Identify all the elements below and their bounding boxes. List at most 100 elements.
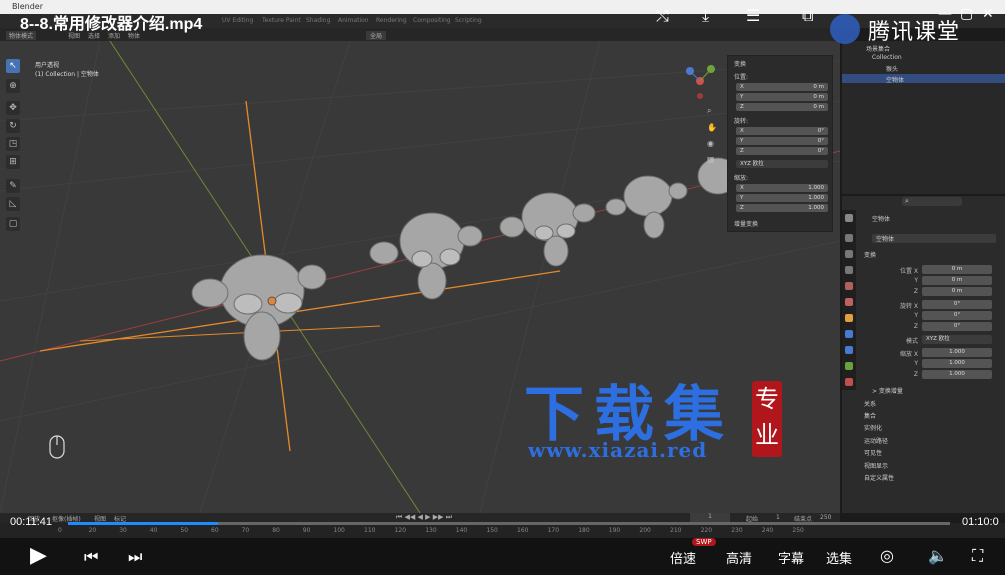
- workspace-tab[interactable]: Texture Paint: [262, 17, 301, 24]
- quality-button[interactable]: 高清: [726, 548, 752, 567]
- play-icon[interactable]: ▶: [30, 543, 47, 568]
- outliner-selected-row[interactable]: 空物体: [842, 74, 1005, 84]
- section-instancing[interactable]: 实例化: [864, 423, 882, 432]
- danmaku-icon[interactable]: ◎: [880, 546, 894, 565]
- output-tab-icon[interactable]: [845, 250, 853, 258]
- rotate-tool-icon[interactable]: ↻: [6, 119, 20, 133]
- location-x-field[interactable]: X0 m: [736, 83, 828, 91]
- object-tab-icon[interactable]: [845, 314, 853, 322]
- workspace-tab[interactable]: UV Editing: [222, 17, 253, 24]
- section-relations[interactable]: 关系: [864, 399, 876, 408]
- transform-section[interactable]: 变换: [864, 250, 876, 259]
- viewport-collection-label: (1) Collection | 空物体: [35, 71, 99, 78]
- timeline-tick-label: 50: [180, 527, 189, 534]
- location-y-field[interactable]: Y0 m: [736, 93, 828, 101]
- previous-icon[interactable]: ⏮: [84, 547, 98, 567]
- move-tool-icon[interactable]: ✥: [6, 101, 20, 115]
- start-frame-value[interactable]: 1: [776, 514, 780, 521]
- camera-icon[interactable]: ◉: [707, 139, 714, 148]
- select-box-tool-icon[interactable]: ↖: [6, 59, 20, 73]
- prop-scale-y[interactable]: 1.000: [922, 359, 992, 368]
- restore-icon[interactable]: ▢: [960, 6, 973, 22]
- outliner-item-monkey[interactable]: 猴头: [886, 64, 898, 73]
- properties-tab-column: [842, 210, 856, 390]
- collection-item[interactable]: Collection: [872, 54, 902, 61]
- texture-tab-icon[interactable]: [845, 378, 853, 386]
- constraints-tab-icon[interactable]: [845, 362, 853, 370]
- scene-tab-icon[interactable]: [845, 282, 853, 290]
- monkey-head-4[interactable]: [605, 175, 688, 239]
- scale-z-field[interactable]: Z 1.000: [736, 204, 828, 212]
- prop-rotation-y[interactable]: 0°: [922, 311, 992, 320]
- physics-tab-icon[interactable]: [845, 346, 853, 354]
- workspace-tab[interactable]: Scripting: [455, 17, 482, 24]
- prop-location-z[interactable]: 0 m: [922, 287, 992, 296]
- measure-tool-icon[interactable]: ◺: [6, 197, 20, 211]
- pan-hand-icon[interactable]: ✋: [707, 122, 717, 132]
- prop-location-y[interactable]: 0 m: [922, 276, 992, 285]
- zoom-icon[interactable]: ⌕: [707, 106, 711, 115]
- prop-scale-z[interactable]: 1.000: [922, 370, 992, 379]
- subtitle-button[interactable]: 字幕: [778, 548, 804, 567]
- workspace-tab[interactable]: Compositing: [413, 17, 451, 24]
- transform-tool-icon[interactable]: ⊞: [6, 155, 20, 169]
- workspace-tab[interactable]: Animation: [338, 17, 369, 24]
- panel-title: 变换: [734, 61, 747, 68]
- prop-axis-y-label: Y: [914, 312, 918, 319]
- scale-x-field[interactable]: X 1.000: [736, 184, 828, 192]
- delta-transform-section[interactable]: > 变换增量: [872, 386, 903, 395]
- share-icon[interactable]: ⤭: [656, 6, 669, 26]
- current-frame-field[interactable]: 1: [690, 513, 730, 522]
- object-name-label: 空物体: [872, 216, 891, 223]
- close-icon[interactable]: ✕: [982, 6, 994, 22]
- navigation-gizmo[interactable]: [686, 65, 715, 99]
- timeline-tick-label: 130: [425, 527, 437, 534]
- monkey-head-3[interactable]: [499, 192, 596, 267]
- world-tab-icon[interactable]: [845, 298, 853, 306]
- modifier-tab-icon[interactable]: [845, 330, 853, 338]
- speed-button[interactable]: 倍速: [670, 548, 696, 567]
- transform-orientation-dropdown[interactable]: 全局: [366, 31, 387, 40]
- playlist-icon[interactable]: ☰: [746, 6, 760, 25]
- delta-transform-section[interactable]: 增量变换: [734, 219, 758, 228]
- scale-y-field[interactable]: Y 1.000: [736, 194, 828, 202]
- tool-tab-icon[interactable]: [845, 214, 853, 222]
- view-layer-tab-icon[interactable]: [845, 266, 853, 274]
- rotation-y-field[interactable]: Y 0°: [736, 137, 828, 145]
- properties-search-input[interactable]: ⌕: [902, 197, 962, 206]
- picture-in-picture-icon[interactable]: ⧉: [802, 6, 813, 26]
- object-name-field[interactable]: 空物体: [872, 234, 996, 243]
- volume-icon[interactable]: 🔈: [928, 546, 948, 565]
- section-visibility[interactable]: 可见性: [864, 448, 882, 457]
- add-cube-tool-icon[interactable]: ▢: [6, 217, 20, 231]
- watermark-url: www.xiazai.red: [528, 438, 708, 462]
- end-frame-value[interactable]: 250: [820, 514, 831, 521]
- playback-controls-icon[interactable]: ⏮ ◀◀ ◀ ▶ ▶▶ ⏭: [396, 513, 452, 522]
- next-icon[interactable]: ⏭: [128, 547, 142, 567]
- scale-tool-icon[interactable]: ◳: [6, 137, 20, 151]
- grid-view-icon[interactable]: ▦: [707, 155, 715, 164]
- section-collections[interactable]: 集合: [864, 411, 876, 420]
- prop-rotation-x[interactable]: 0°: [922, 300, 992, 309]
- workspace-tab[interactable]: Rendering: [376, 17, 407, 24]
- workspace-tab[interactable]: Shading: [306, 17, 330, 24]
- section-motion-paths[interactable]: 运动路径: [864, 436, 888, 445]
- rotation-x-field[interactable]: X 0°: [736, 127, 828, 135]
- episodes-button[interactable]: 选集: [826, 548, 852, 567]
- fullscreen-icon[interactable]: ⛶: [972, 546, 983, 566]
- annotate-tool-icon[interactable]: ✎: [6, 179, 20, 193]
- download-icon[interactable]: ⤓: [702, 6, 709, 26]
- prop-scale-x[interactable]: 1.000: [922, 348, 992, 357]
- location-z-field[interactable]: Z0 m: [736, 103, 828, 111]
- section-viewport-display[interactable]: 视图显示: [864, 461, 888, 470]
- minimize-icon[interactable]: —: [938, 6, 952, 22]
- section-custom-properties[interactable]: 自定义属性: [864, 473, 894, 482]
- prop-location-x[interactable]: 0 m: [922, 265, 992, 274]
- render-tab-icon[interactable]: [845, 234, 853, 242]
- rotation-mode-dropdown[interactable]: XYZ 欧拉: [736, 160, 828, 168]
- prop-rotation-mode-dropdown[interactable]: XYZ 欧拉: [922, 335, 992, 344]
- video-progress-track[interactable]: [68, 522, 950, 525]
- prop-rotation-z[interactable]: 0°: [922, 322, 992, 331]
- rotation-z-field[interactable]: Z 0°: [736, 147, 828, 155]
- cursor-tool-icon[interactable]: ⊕: [6, 79, 20, 93]
